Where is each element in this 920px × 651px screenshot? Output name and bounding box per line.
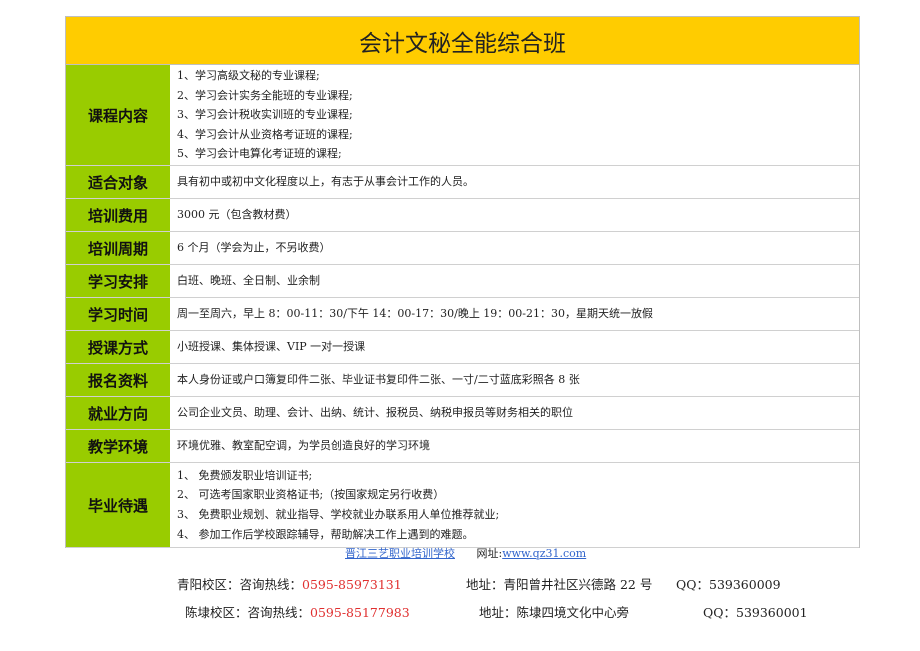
content-line: 5、学习会计电算化考证班的课程; [177, 147, 342, 161]
table-row: 报名资料 本人身份证或户口簿复印件二张、毕业证书复印件二张、一寸/二寸蓝底彩照各… [66, 364, 859, 397]
table-row: 毕业待遇 1、 免费颁发职业培训证书; 2、 可选考国家职业资格证书;（按国家规… [66, 463, 859, 548]
campus-name: 陈埭校区：咨询热线： [185, 605, 311, 620]
campus-chendai-address: 地址：陈埭四境文化中心旁 [479, 605, 630, 620]
campus-qingyang-contact: 青阳校区：咨询热线：0595-85973131 [177, 574, 402, 593]
row-label: 报名资料 [66, 364, 171, 396]
content-line: 环境优雅、教室配空调，为学员创造良好的学习环境 [177, 439, 430, 453]
content-line: 公司企业文员、助理、会计、出纳、统计、报税员、纳税申报员等财务相关的职位 [177, 406, 573, 420]
content-line: 2、 可选考国家职业资格证书;（按国家规定另行收费） [177, 488, 445, 502]
table-row: 学习时间 周一至周六，早上 8：00-11：30/下午 14：00-17：30/… [66, 298, 859, 331]
course-table: 会计文秘全能综合班 课程内容 1、学习高级文秘的专业课程; 2、学习会计实务全能… [65, 16, 860, 548]
school-link[interactable]: 晋江三艺职业培训学校 [345, 547, 455, 560]
row-label: 就业方向 [66, 397, 171, 429]
row-label: 毕业待遇 [66, 463, 171, 547]
page-title: 会计文秘全能综合班 [66, 17, 859, 65]
row-content: 公司企业文员、助理、会计、出纳、统计、报税员、纳税申报员等财务相关的职位 [171, 397, 859, 429]
table-row: 就业方向 公司企业文员、助理、会计、出纳、统计、报税员、纳税申报员等财务相关的职… [66, 397, 859, 430]
website-link[interactable]: www.qz31.com [502, 547, 586, 560]
content-line: 2、学习会计实务全能班的专业课程; [177, 88, 353, 102]
content-line: 1、 免费颁发职业培训证书; [177, 468, 313, 482]
campus-qingyang-address: 地址：青阳曾井社区兴德路 22 号 [466, 577, 653, 592]
content-line: 周一至周六，早上 8：00-11：30/下午 14：00-17：30/晚上 19… [177, 307, 654, 321]
table-row: 授课方式 小班授课、集体授课、VIP 一对一授课 [66, 331, 859, 364]
content-line: 3000 元（包含教材费） [177, 208, 297, 222]
table-row: 课程内容 1、学习高级文秘的专业课程; 2、学习会计实务全能班的专业课程; 3、… [66, 65, 859, 166]
row-label: 适合对象 [66, 166, 171, 198]
row-label: 培训周期 [66, 232, 171, 264]
row-label: 教学环境 [66, 430, 171, 462]
row-label: 授课方式 [66, 331, 171, 363]
campus-chendai-contact: 陈埭校区：咨询热线：0595-85177983 [185, 602, 410, 621]
table-row: 教学环境 环境优雅、教室配空调，为学员创造良好的学习环境 [66, 430, 859, 463]
row-content: 3000 元（包含教材费） [171, 199, 859, 231]
row-label: 学习时间 [66, 298, 171, 330]
row-content: 白班、晚班、全日制、业余制 [171, 265, 859, 297]
content-line: 4、学习会计从业资格考证班的课程; [177, 127, 353, 141]
table-row: 学习安排 白班、晚班、全日制、业余制 [66, 265, 859, 298]
content-line: 4、 参加工作后学校跟踪辅导，帮助解决工作上遇到的难题。 [177, 527, 474, 541]
row-content: 1、 免费颁发职业培训证书; 2、 可选考国家职业资格证书;（按国家规定另行收费… [171, 463, 859, 547]
row-content: 本人身份证或户口簿复印件二张、毕业证书复印件二张、一寸/二寸蓝底彩照各 8 张 [171, 364, 859, 396]
campus-qingyang-qq: QQ：539360009 [676, 577, 781, 592]
website-label: 网址: [476, 547, 503, 560]
row-content: 小班授课、集体授课、VIP 一对一授课 [171, 331, 859, 363]
school-footer: 晋江三艺职业培训学校 网址:www.qz31.com [345, 545, 586, 561]
campus-phone: 0595-85177983 [310, 605, 410, 620]
campus-chendai-qq: QQ：539360001 [703, 605, 808, 620]
table-row: 培训费用 3000 元（包含教材费） [66, 199, 859, 232]
content-line: 1、学习高级文秘的专业课程; [177, 69, 320, 83]
content-line: 6 个月（学会为止，不另收费） [177, 241, 331, 255]
content-line: 具有初中或初中文化程度以上，有志于从事会计工作的人员。 [177, 175, 474, 189]
content-line: 本人身份证或户口簿复印件二张、毕业证书复印件二张、一寸/二寸蓝底彩照各 8 张 [177, 373, 580, 387]
row-content: 具有初中或初中文化程度以上，有志于从事会计工作的人员。 [171, 166, 859, 198]
table-row: 适合对象 具有初中或初中文化程度以上，有志于从事会计工作的人员。 [66, 166, 859, 199]
content-line: 3、 免费职业规划、就业指导、学校就业办联系用人单位推荐就业; [177, 508, 500, 521]
content-line: 小班授课、集体授课、VIP 一对一授课 [177, 340, 366, 354]
row-content: 周一至周六，早上 8：00-11：30/下午 14：00-17：30/晚上 19… [171, 298, 859, 330]
row-label: 学习安排 [66, 265, 171, 297]
row-label: 课程内容 [66, 65, 171, 165]
row-label: 培训费用 [66, 199, 171, 231]
row-content: 环境优雅、教室配空调，为学员创造良好的学习环境 [171, 430, 859, 462]
campus-phone: 0595-85973131 [302, 577, 402, 592]
row-content: 1、学习高级文秘的专业课程; 2、学习会计实务全能班的专业课程; 3、学习会计税… [171, 65, 859, 165]
row-content: 6 个月（学会为止，不另收费） [171, 232, 859, 264]
table-row: 培训周期 6 个月（学会为止，不另收费） [66, 232, 859, 265]
content-line: 白班、晚班、全日制、业余制 [177, 274, 320, 288]
campus-name: 青阳校区：咨询热线： [177, 577, 303, 592]
content-line: 3、学习会计税收实训班的专业课程; [177, 108, 353, 122]
